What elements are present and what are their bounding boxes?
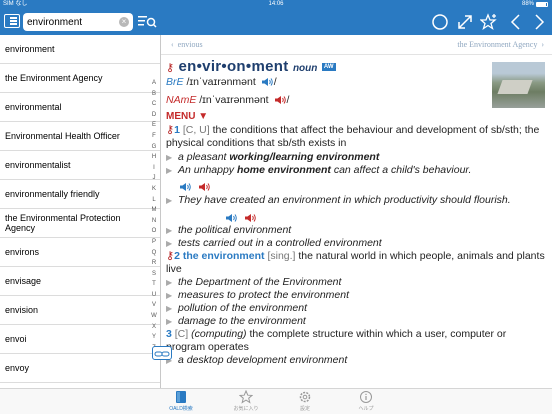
list-item[interactable]: envision	[0, 296, 160, 325]
entry-picture[interactable]	[492, 62, 545, 108]
alphabet-index[interactable]: ABCDEFGHIJKLMNOPQRSTUVWXYZ#	[148, 78, 160, 364]
example: ▶ the political environment	[166, 224, 292, 237]
key-icon: ⚷	[166, 124, 175, 136]
example: ▶ the Department of the Environment	[166, 276, 342, 289]
list-item[interactable]: environment	[0, 35, 160, 64]
pronunciation-bre: BrE /ɪnˈvaɪrənmənt /	[166, 76, 277, 88]
list-item[interactable]: envisage	[0, 267, 160, 296]
example: ▶ An unhappy home environment can affect …	[166, 164, 472, 177]
back-chevron-icon[interactable]	[507, 13, 525, 31]
next-entry-link[interactable]: the Environment Agency ›	[457, 40, 544, 49]
speaker-blue-icon[interactable]	[225, 213, 238, 223]
example: ▶a desktop development environment	[166, 354, 548, 367]
info-icon	[359, 390, 373, 404]
expand-icon[interactable]	[456, 13, 474, 31]
tab-help[interactable]: ヘルプ	[341, 390, 391, 412]
pronunciation-name: NAmE /ɪnˈvaɪrənmənt /	[166, 94, 290, 106]
star-outline-icon	[238, 389, 254, 404]
sense-1: ⚷1 [C, U] the conditions that affect the…	[166, 124, 540, 149]
list-item[interactable]: envoy	[0, 354, 160, 383]
example: ▶ pollution of the environment	[166, 302, 307, 315]
book-icon	[174, 390, 188, 404]
expand-arrow-icon[interactable]: ▶	[166, 276, 178, 289]
result-list[interactable]: environment the Environment Agency envir…	[0, 35, 161, 388]
speaker-red-icon[interactable]	[198, 182, 211, 192]
battery-percent: 88%	[521, 1, 534, 7]
list-item[interactable]: the Environment Agency	[0, 64, 160, 93]
entry-toolbar	[161, 9, 552, 35]
search-input[interactable]	[27, 13, 115, 31]
sense-3: 3 [C] (computing) the complete structure…	[166, 328, 507, 353]
forward-chevron-icon[interactable]	[530, 13, 548, 31]
speaker-red-icon[interactable]	[274, 95, 287, 105]
advanced-search-icon[interactable]	[137, 14, 157, 30]
link-icon[interactable]	[152, 346, 172, 360]
speaker-blue-icon[interactable]	[261, 77, 274, 87]
battery-icon	[536, 2, 548, 7]
key-icon: ⚷	[166, 62, 175, 74]
battery-indicator: 88%	[522, 0, 548, 9]
list-item[interactable]: environmentally friendly	[0, 180, 160, 209]
part-of-speech: noun	[292, 63, 318, 74]
list-item[interactable]: environmentalist	[0, 151, 160, 180]
clock-text: 14:06	[268, 1, 284, 7]
speaker-red-icon[interactable]	[244, 213, 257, 223]
expand-arrow-icon[interactable]: ▶	[166, 224, 178, 237]
example: ▶ damage to the environment	[166, 315, 306, 328]
headword-line: ⚷ en•vir•on•ment noun AW	[166, 58, 336, 76]
expand-arrow-icon[interactable]: ▶	[166, 302, 178, 315]
circle-icon[interactable]	[431, 13, 449, 31]
list-item[interactable]: environs	[0, 238, 160, 267]
clear-search-icon[interactable]: ×	[119, 17, 129, 27]
tab-oald-search[interactable]: OALD検索	[156, 390, 206, 412]
previous-entry-link[interactable]: ‹ envious	[171, 40, 203, 49]
search-header: ×	[0, 9, 161, 35]
entry-navigation: ‹ envious the Environment Agency ›	[161, 35, 552, 55]
list-item[interactable]: the Environmental Protection Agency	[0, 209, 160, 238]
expand-arrow-icon[interactable]: ▶	[166, 289, 178, 302]
example: ▶ They have created an environment in whi…	[166, 194, 511, 207]
menu-dropdown[interactable]: MENU ▼	[166, 111, 208, 122]
tab-bar: OALD検索 お気に入り 設定 ヘルプ	[0, 388, 552, 414]
expand-arrow-icon[interactable]: ▶	[166, 315, 178, 328]
sense-2: ⚷2 the environment [sing.] the natural w…	[166, 250, 545, 275]
expand-arrow-icon[interactable]: ▶	[166, 151, 178, 164]
favorite-star-icon[interactable]	[479, 13, 498, 31]
expand-arrow-icon[interactable]: ▶	[166, 164, 178, 177]
key-icon: ⚷	[166, 250, 175, 262]
status-bar: SIM なし 14:06 88%	[0, 0, 552, 9]
academic-word-badge: AW	[321, 62, 336, 71]
expand-arrow-icon[interactable]: ▶	[166, 194, 178, 207]
tab-favorites[interactable]: お気に入り	[221, 389, 271, 412]
list-item[interactable]: environmental	[0, 93, 160, 122]
expand-arrow-icon[interactable]: ▶	[166, 237, 178, 250]
example: ▶ measures to protect the environment	[166, 289, 350, 302]
list-item[interactable]: envoi	[0, 325, 160, 354]
history-list-icon[interactable]	[4, 14, 20, 28]
list-item[interactable]: Environmental Health Officer	[0, 122, 160, 151]
headword: en•vir•on•ment	[178, 58, 289, 75]
example: ▶ a pleasant working/learning environment	[166, 151, 380, 164]
gear-icon	[298, 390, 312, 404]
dictionary-entry: ⚷ en•vir•on•ment noun AW BrE /ɪnˈvaɪrənm…	[161, 55, 552, 388]
speaker-blue-icon[interactable]	[179, 182, 192, 192]
example: ▶ tests carried out in a controlled envir…	[166, 237, 382, 250]
search-box[interactable]: ×	[23, 13, 133, 31]
tab-settings[interactable]: 設定	[280, 390, 330, 412]
